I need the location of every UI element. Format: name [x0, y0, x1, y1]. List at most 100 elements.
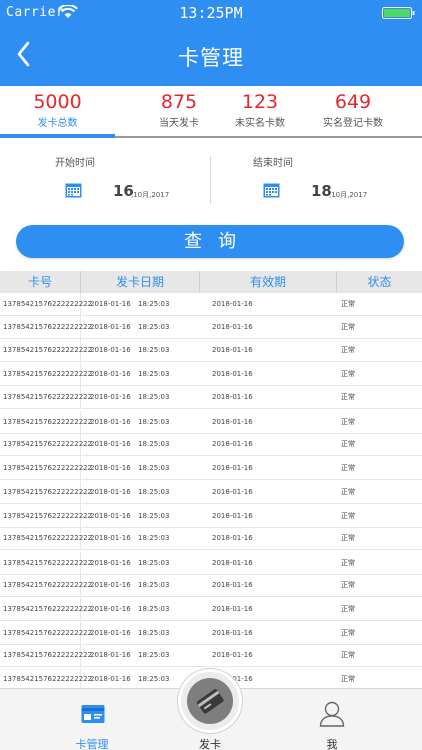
table-row[interactable]: 137854215762222222222018-01-1618:25:0320… [0, 574, 422, 597]
cell-issue-date: 2018-01-16 [90, 418, 131, 426]
cell-issue-date: 2018-01-16 [90, 675, 131, 683]
cell-issue-date: 2018-01-16 [90, 464, 131, 472]
cell-issue-date: 2018-01-16 [90, 605, 131, 613]
cell-issue-time: 18:25:03 [138, 346, 170, 354]
cell-card-number: 13785421576222222222 [3, 581, 93, 589]
table-row[interactable]: 137854215762222222222018-01-1618:25:0320… [0, 622, 422, 645]
column-header-card-number[interactable]: 卡号 [0, 271, 80, 293]
cell-expiry: 2018-01-16 [212, 629, 253, 637]
cell-expiry: 2018-01-16 [212, 300, 253, 308]
stats-bar: 5000 发卡总数 875 当天发卡 123 未实名卡数 649 实名登记卡数 [0, 86, 422, 138]
cell-status: 正常 [341, 370, 355, 378]
column-header-issue-date[interactable]: 发卡日期 [81, 271, 199, 293]
cell-issue-time: 18:25:03 [138, 300, 170, 308]
tab-label: 卡管理 [75, 738, 109, 750]
issue-card-fab[interactable] [178, 669, 242, 733]
user-icon [319, 701, 345, 727]
cell-status: 正常 [341, 346, 355, 354]
cell-status: 正常 [341, 393, 355, 401]
cell-issue-date: 2018-01-16 [90, 346, 131, 354]
stat-today-cards[interactable]: 875 当天发卡 [133, 86, 225, 138]
battery-icon [382, 7, 415, 19]
start-date-month-year: ,10月,2017 [131, 191, 170, 199]
cell-expiry: 2018-01-16 [212, 512, 253, 520]
cell-status: 正常 [341, 605, 355, 613]
table-row[interactable]: 137854215762222222222018-01-1618:25:0320… [0, 411, 422, 434]
cell-issue-date: 2018-01-16 [90, 534, 131, 542]
table-row[interactable]: 137854215762222222222018-01-1618:25:0320… [0, 481, 422, 504]
cell-issue-time: 18:25:03 [138, 440, 170, 448]
end-date-label: 结束时间 [253, 158, 293, 169]
cell-expiry: 2018-01-16 [212, 323, 253, 331]
cell-card-number: 13785421576222222222 [3, 464, 93, 472]
cell-issue-date: 2018-01-16 [90, 370, 131, 378]
stat-verified-cards[interactable]: 649 实名登记卡数 [310, 86, 396, 138]
app-screen: Carrier 13:25PM 卡管理 5000 发卡总数 875 当天发卡 1… [0, 0, 422, 750]
cell-card-number: 13785421576222222222 [3, 605, 93, 613]
cell-issue-time: 18:25:03 [138, 559, 170, 567]
calendar-icon[interactable] [65, 182, 82, 198]
cell-expiry: 2018-01-16 [212, 559, 253, 567]
page-title: 卡管理 [178, 46, 244, 70]
column-header-expiry[interactable]: 有效期 [200, 271, 336, 293]
table-row[interactable]: 137854215762222222222018-01-1618:25:0320… [0, 457, 422, 480]
start-date-label: 开始时间 [55, 158, 95, 169]
cell-issue-time: 18:25:03 [138, 393, 170, 401]
cell-status: 正常 [341, 675, 355, 683]
column-header-status[interactable]: 状态 [337, 271, 422, 293]
cell-issue-time: 18:25:03 [138, 323, 170, 331]
stat-label: 实名登记卡数 [323, 118, 383, 129]
cell-card-number: 13785421576222222222 [3, 323, 93, 331]
cell-card-number: 13785421576222222222 [3, 300, 93, 308]
tab-card-management[interactable]: 卡管理 [50, 689, 134, 750]
table-row[interactable]: 137854215762222222222018-01-1618:25:0320… [0, 293, 422, 316]
table-row[interactable]: 137854215762222222222018-01-1618:25:0320… [0, 433, 422, 456]
stat-label: 发卡总数 [37, 118, 78, 129]
end-date-month-year: ,10月,2017 [329, 191, 368, 199]
cell-card-number: 13785421576222222222 [3, 346, 93, 354]
cell-card-number: 13785421576222222222 [3, 675, 93, 683]
cell-expiry: 2018-01-16 [212, 534, 253, 542]
stat-label: 当天发卡 [159, 118, 199, 129]
fab-circle [187, 678, 233, 724]
date-divider [210, 156, 211, 204]
cell-card-number: 13785421576222222222 [3, 559, 93, 567]
status-time: 13:25PM [179, 4, 243, 22]
stat-value: 123 [241, 91, 279, 113]
stat-value: 5000 [33, 91, 82, 113]
cell-status: 正常 [341, 440, 355, 448]
table-row[interactable]: 137854215762222222222018-01-1618:25:0320… [0, 316, 422, 339]
id-card-icon [81, 705, 105, 723]
cell-issue-time: 18:25:03 [138, 651, 170, 659]
cell-card-number: 13785421576222222222 [3, 418, 93, 426]
table-header: 卡号 发卡日期 有效期 状态 [0, 271, 422, 293]
stat-unverified-cards[interactable]: 123 未实名卡数 [222, 86, 298, 138]
table-row[interactable]: 137854215762222222222018-01-1618:25:0320… [0, 527, 422, 550]
nav-header: Carrier 13:25PM 卡管理 [0, 0, 422, 86]
cell-status: 正常 [341, 464, 355, 472]
cell-status: 正常 [341, 418, 355, 426]
table-row[interactable]: 137854215762222222222018-01-1618:25:0320… [0, 339, 422, 362]
table-row[interactable]: 137854215762222222222018-01-1618:25:0320… [0, 386, 422, 409]
cell-expiry: 2018-01-16 [212, 488, 253, 496]
stat-total-cards[interactable]: 5000 发卡总数 [0, 86, 115, 138]
table-row[interactable]: 137854215762222222222018-01-1618:25:0320… [0, 598, 422, 621]
cell-card-number: 13785421576222222222 [3, 370, 93, 378]
cell-issue-time: 18:25:03 [138, 488, 170, 496]
cell-issue-date: 2018-01-16 [90, 440, 131, 448]
table-row[interactable]: 137854215762222222222018-01-1618:25:0320… [0, 363, 422, 386]
query-button[interactable]: 查询 [16, 225, 404, 258]
table-row[interactable]: 137854215762222222222018-01-1618:25:0320… [0, 552, 422, 575]
calendar-icon[interactable] [263, 182, 280, 198]
table-row[interactable]: 137854215762222222222018-01-1618:25:0320… [0, 644, 422, 667]
cell-issue-date: 2018-01-16 [90, 300, 131, 308]
cell-issue-time: 18:25:03 [138, 675, 170, 683]
cell-status: 正常 [341, 323, 355, 331]
card-table: 卡号 发卡日期 有效期 状态 13785421576222222222 2018-… [0, 271, 422, 688]
cell-status: 正常 [341, 629, 355, 637]
cell-issue-date: 2018-01-16 [90, 581, 131, 589]
cell-status: 正常 [341, 559, 355, 567]
table-row[interactable]: 137854215762222222222018-01-1618:25:0320… [0, 505, 422, 528]
tab-label: 发卡 [199, 738, 221, 750]
tab-me[interactable]: 我 [292, 689, 372, 750]
